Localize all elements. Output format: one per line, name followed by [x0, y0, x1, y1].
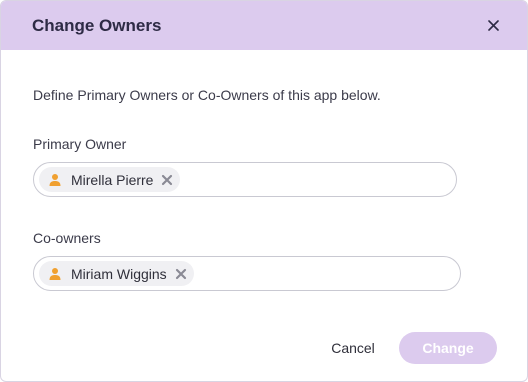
remove-chip-icon[interactable]: [161, 174, 173, 186]
dialog-header: Change Owners: [1, 1, 527, 50]
person-icon: [48, 267, 62, 281]
change-button[interactable]: Change: [399, 332, 497, 364]
owner-chip: Miriam Wiggins: [39, 261, 194, 286]
close-icon[interactable]: [483, 16, 503, 36]
primary-owner-label: Primary Owner: [33, 136, 127, 152]
chip-label: Mirella Pierre: [71, 171, 154, 188]
cancel-button[interactable]: Cancel: [325, 333, 381, 363]
primary-owner-input[interactable]: Mirella Pierre: [33, 162, 457, 197]
dialog-description: Define Primary Owners or Co-Owners of th…: [33, 87, 381, 103]
remove-chip-icon[interactable]: [175, 268, 187, 280]
chip-label: Miriam Wiggins: [71, 265, 167, 282]
owner-chip: Mirella Pierre: [39, 167, 181, 192]
person-icon: [48, 173, 62, 187]
co-owners-input[interactable]: Miriam Wiggins: [33, 256, 461, 291]
change-owners-dialog: Change Owners Define Primary Owners or C…: [0, 0, 528, 382]
co-owners-label: Co-owners: [33, 230, 101, 246]
dialog-title: Change Owners: [32, 15, 162, 35]
